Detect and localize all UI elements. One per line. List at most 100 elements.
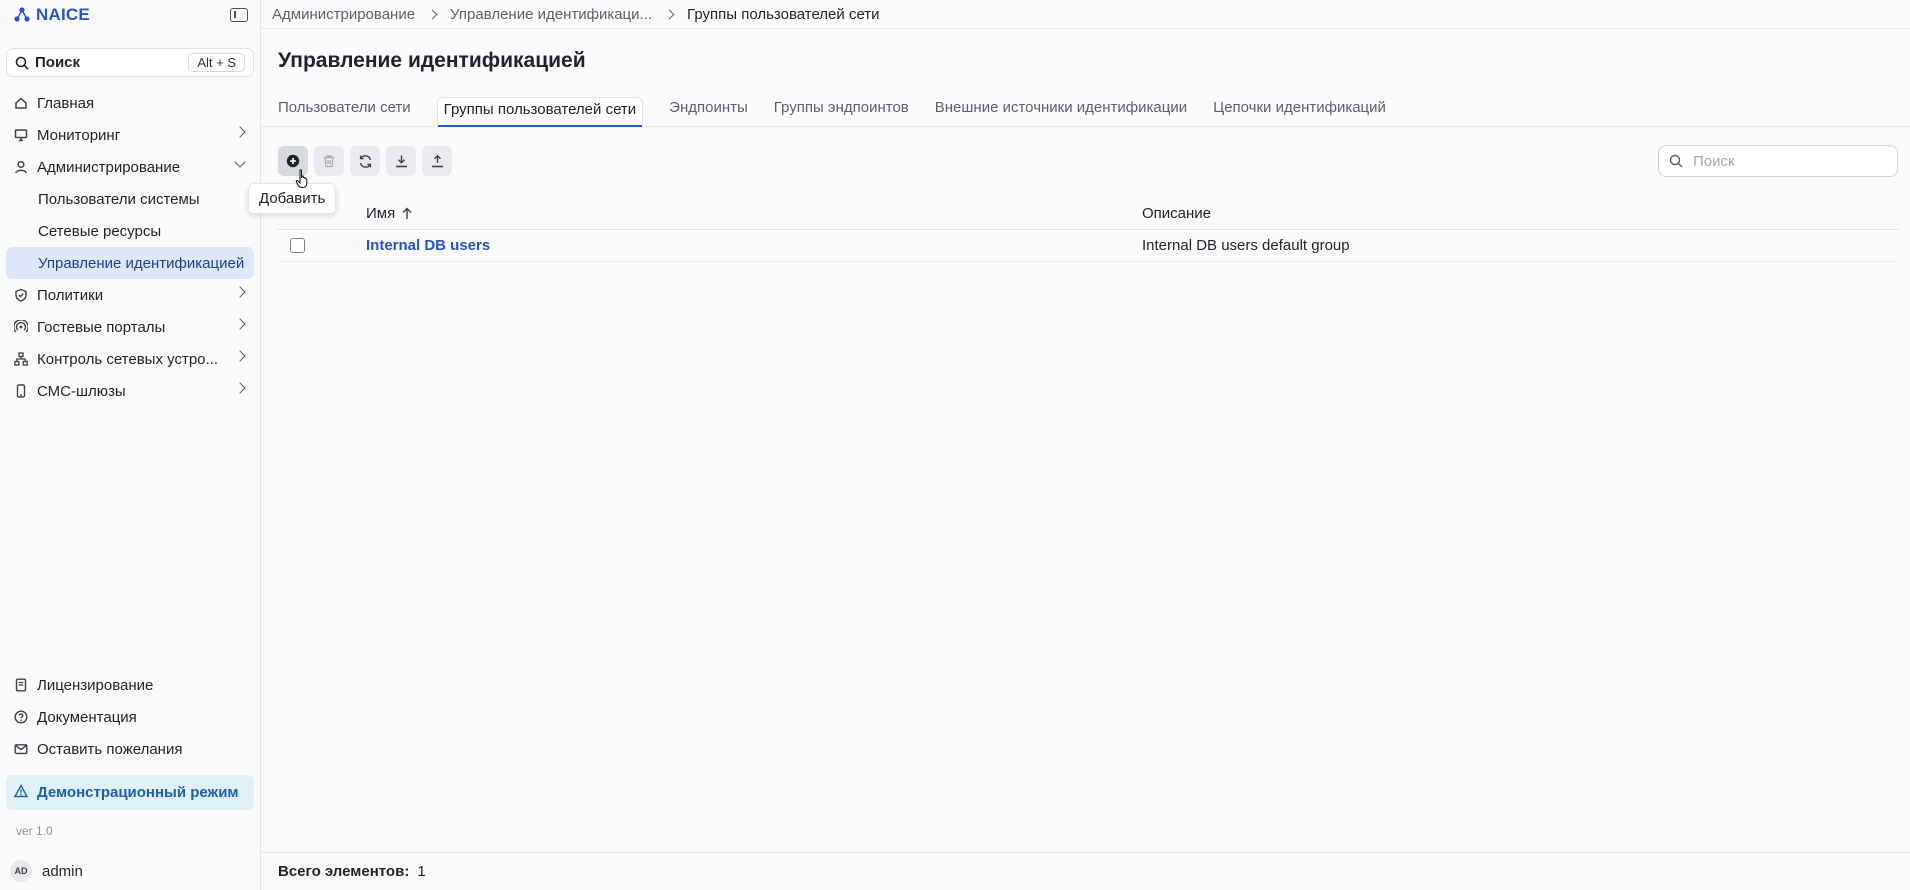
app-root: NAICE Поиск Alt + S Главная Мониторинг А… bbox=[0, 0, 1910, 890]
table-footer: Всего элементов: 1 bbox=[261, 852, 1910, 890]
sidebar-collapse-icon[interactable] bbox=[230, 8, 248, 22]
plus-circle-icon bbox=[286, 154, 300, 168]
sidebar-item-label: СМС-шлюзы bbox=[37, 382, 126, 400]
global-search[interactable]: Поиск Alt + S bbox=[6, 48, 254, 77]
breadcrumb-item-administration[interactable]: Администрирование bbox=[272, 6, 415, 23]
total-items-value: 1 bbox=[417, 863, 426, 880]
wifi-icon bbox=[14, 320, 28, 334]
help-icon bbox=[14, 710, 28, 724]
monitor-icon bbox=[14, 128, 28, 142]
app-title: NAICE bbox=[36, 5, 90, 24]
naice-logo-icon bbox=[14, 7, 30, 22]
tabs: Пользователи сети Группы пользователей с… bbox=[261, 87, 1910, 127]
row-checkbox-cell bbox=[278, 238, 366, 253]
sidebar-subitem-network-resources[interactable]: Сетевые ресурсы bbox=[6, 215, 254, 247]
sidebar-item-label: Лицензирование bbox=[37, 676, 154, 694]
chevron-right-icon bbox=[664, 9, 675, 19]
home-icon bbox=[14, 96, 28, 110]
search-icon bbox=[1669, 154, 1683, 168]
page-title: Управление идентификацией bbox=[278, 49, 586, 72]
table-header: Имя Описание bbox=[278, 198, 1898, 230]
row-description-cell: Internal DB users default group bbox=[1142, 237, 1350, 254]
global-search-label: Поиск bbox=[35, 54, 81, 71]
sidebar-item-home[interactable]: Главная bbox=[6, 87, 254, 119]
hand-cursor-icon bbox=[295, 169, 308, 188]
chevron-right-icon bbox=[234, 126, 246, 138]
total-items-label: Всего элементов: bbox=[278, 863, 410, 880]
license-icon bbox=[14, 678, 28, 692]
upload-icon bbox=[431, 154, 443, 167]
trash-icon bbox=[324, 155, 334, 168]
table-row[interactable]: Internal DB users Internal DB users defa… bbox=[278, 230, 1898, 262]
app-version: ver 1.0 bbox=[16, 824, 53, 838]
download-icon bbox=[395, 155, 407, 167]
chevron-right-icon bbox=[234, 286, 246, 298]
tab-network-users[interactable]: Пользователи сети bbox=[278, 99, 411, 126]
table-search[interactable] bbox=[1658, 145, 1898, 177]
chevron-right-icon bbox=[234, 382, 246, 394]
tab-network-user-groups[interactable]: Группы пользователей сети bbox=[436, 97, 644, 127]
user-menu[interactable]: AD admin bbox=[10, 860, 83, 882]
column-header-description[interactable]: Описание bbox=[1142, 205, 1898, 222]
sidebar-item-monitoring[interactable]: Мониторинг bbox=[6, 119, 254, 151]
sidebar-item-sms-gateways[interactable]: СМС-шлюзы bbox=[6, 375, 254, 407]
group-name-link[interactable]: Internal DB users bbox=[366, 237, 490, 254]
tab-endpoints[interactable]: Эндпоинты bbox=[669, 99, 748, 126]
search-shortcut: Alt + S bbox=[188, 53, 245, 72]
add-tooltip: Добавить bbox=[248, 183, 337, 214]
chevron-right-icon bbox=[234, 350, 246, 362]
sidebar-subitem-system-users[interactable]: Пользователи системы bbox=[6, 183, 254, 215]
warning-icon bbox=[13, 783, 29, 802]
logo-row: NAICE bbox=[0, 0, 260, 30]
sidebar-item-label: Документация bbox=[37, 708, 137, 726]
sidebar: NAICE Поиск Alt + S Главная Мониторинг А… bbox=[0, 0, 261, 890]
tab-endpoint-groups[interactable]: Группы эндпоинтов bbox=[774, 99, 909, 126]
column-header-name[interactable]: Имя bbox=[366, 205, 1142, 222]
sidebar-item-label: Контроль сетевых устро... bbox=[37, 350, 219, 368]
shield-check-icon bbox=[14, 288, 28, 302]
sidebar-item-label: Главная bbox=[37, 94, 95, 112]
sidebar-item-feedback[interactable]: Оставить пожелания bbox=[6, 733, 254, 765]
row-name-cell: Internal DB users bbox=[366, 237, 1142, 254]
tab-identity-chains[interactable]: Цепочки идентификаций bbox=[1213, 99, 1386, 126]
mail-icon bbox=[14, 742, 28, 756]
sidebar-item-policies[interactable]: Политики bbox=[6, 279, 254, 311]
avatar: AD bbox=[10, 860, 32, 882]
sidebar-subitem-identity-management[interactable]: Управление идентификацией bbox=[6, 247, 254, 279]
breadcrumb-item-identity[interactable]: Управление идентификаци... bbox=[450, 6, 652, 23]
demo-mode-label: Демонстрационный режим bbox=[37, 784, 239, 801]
chevron-down-icon bbox=[234, 156, 246, 168]
chevron-right-icon bbox=[427, 9, 438, 19]
main-content: Администрирование Управление идентификац… bbox=[248, 0, 1910, 890]
app-logo[interactable]: NAICE bbox=[14, 5, 90, 25]
sidebar-item-label: Оставить пожелания bbox=[37, 740, 183, 758]
sidebar-item-guest-portals[interactable]: Гостевые порталы bbox=[6, 311, 254, 343]
export-button[interactable] bbox=[422, 146, 452, 176]
refresh-button[interactable] bbox=[350, 146, 380, 176]
sidebar-item-network-devices[interactable]: Контроль сетевых устро... bbox=[6, 343, 254, 375]
breadcrumb: Администрирование Управление идентификац… bbox=[261, 0, 1910, 29]
row-checkbox[interactable] bbox=[290, 238, 305, 253]
breadcrumb-item-current: Группы пользователей сети bbox=[687, 5, 880, 23]
sidebar-bottom: Лицензирование Документация Оставить пож… bbox=[0, 669, 260, 838]
tab-external-identity-sources[interactable]: Внешние источники идентификации bbox=[935, 99, 1187, 126]
sidebar-item-label: Мониторинг bbox=[37, 126, 121, 144]
sidebar-item-label: Политики bbox=[37, 286, 104, 304]
sidebar-item-licensing[interactable]: Лицензирование bbox=[6, 669, 254, 701]
refresh-icon bbox=[359, 154, 371, 168]
import-button[interactable] bbox=[386, 146, 416, 176]
user-icon bbox=[14, 160, 28, 174]
delete-button[interactable] bbox=[314, 146, 344, 176]
phone-icon bbox=[14, 384, 28, 398]
user-name: admin bbox=[42, 862, 83, 880]
sidebar-item-documentation[interactable]: Документация bbox=[6, 701, 254, 733]
table-search-input[interactable] bbox=[1691, 151, 1881, 171]
sidebar-nav: Главная Мониторинг Администрирование Пол… bbox=[0, 87, 260, 407]
sort-ascending-icon bbox=[402, 207, 412, 219]
network-icon bbox=[14, 352, 28, 366]
sidebar-item-administration[interactable]: Администрирование bbox=[6, 151, 254, 183]
demo-mode-banner[interactable]: Демонстрационный режим bbox=[6, 775, 254, 810]
column-name-label: Имя bbox=[366, 205, 396, 222]
search-icon bbox=[15, 56, 29, 70]
chevron-right-icon bbox=[234, 318, 246, 330]
